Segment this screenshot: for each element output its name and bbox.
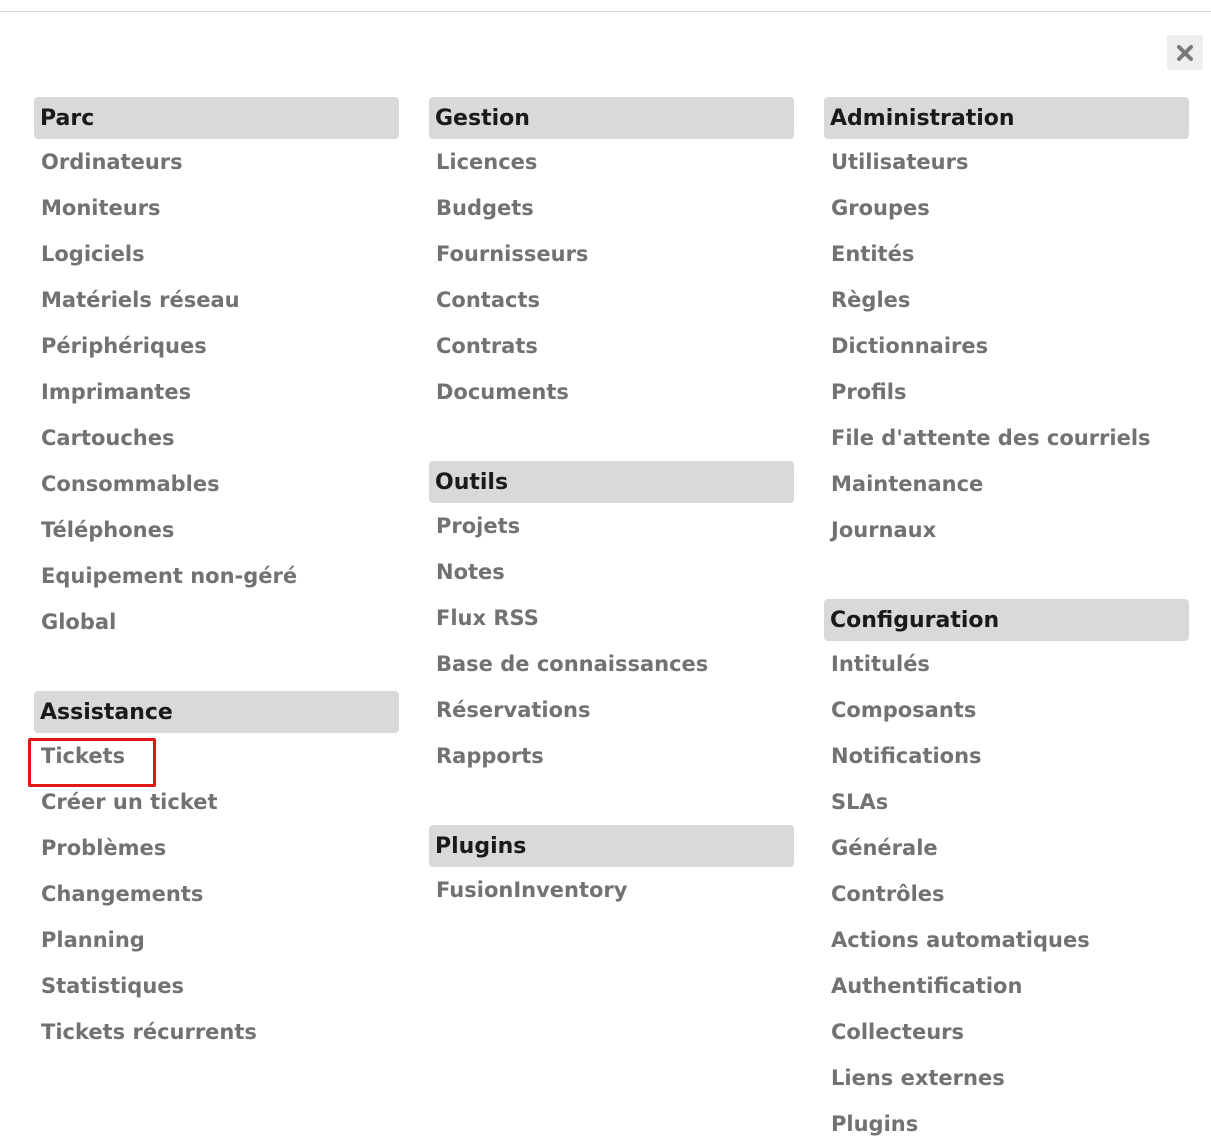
section-parc: Parc Ordinateurs Moniteurs Logiciels Mat…: [34, 97, 399, 645]
menu-item-reservations[interactable]: Réservations: [429, 687, 794, 733]
menu-item-collecteurs[interactable]: Collecteurs: [824, 1009, 1189, 1055]
menu-item-contacts[interactable]: Contacts: [429, 277, 794, 323]
section-header-administration: Administration: [824, 97, 1189, 139]
menu-item-liens-externes[interactable]: Liens externes: [824, 1055, 1189, 1101]
menu-item-equipement-non-gere[interactable]: Equipement non-géré: [34, 553, 399, 599]
menu-item-ordinateurs[interactable]: Ordinateurs: [34, 139, 399, 185]
menu-column-3: Administration Utilisateurs Groupes Enti…: [824, 97, 1189, 1147]
section-header-parc: Parc: [34, 97, 399, 139]
menu-item-notifications[interactable]: Notifications: [824, 733, 1189, 779]
menu-column-2: Gestion Licences Budgets Fournisseurs Co…: [429, 97, 794, 913]
menu-item-slas[interactable]: SLAs: [824, 779, 1189, 825]
section-header-assistance: Assistance: [34, 691, 399, 733]
menu-item-budgets[interactable]: Budgets: [429, 185, 794, 231]
section-items-assistance: Tickets Créer un ticket Problèmes Change…: [34, 733, 399, 1055]
section-gestion: Gestion Licences Budgets Fournisseurs Co…: [429, 97, 794, 415]
menu-item-dictionnaires[interactable]: Dictionnaires: [824, 323, 1189, 369]
menu-item-utilisateurs[interactable]: Utilisateurs: [824, 139, 1189, 185]
menu-item-creer-un-ticket[interactable]: Créer un ticket: [34, 779, 399, 825]
menu-item-profils[interactable]: Profils: [824, 369, 1189, 415]
menu-item-groupes[interactable]: Groupes: [824, 185, 1189, 231]
menu-item-peripheriques[interactable]: Périphériques: [34, 323, 399, 369]
menu-item-tickets[interactable]: Tickets: [34, 733, 399, 779]
section-header-plugins: Plugins: [429, 825, 794, 867]
menu-item-fusioninventory[interactable]: FusionInventory: [429, 867, 794, 913]
section-assistance: Assistance Tickets Créer un ticket Probl…: [34, 691, 399, 1055]
menu-item-documents[interactable]: Documents: [429, 369, 794, 415]
menu-item-planning[interactable]: Planning: [34, 917, 399, 963]
section-header-configuration: Configuration: [824, 599, 1189, 641]
section-items-gestion: Licences Budgets Fournisseurs Contacts C…: [429, 139, 794, 415]
menu-item-imprimantes[interactable]: Imprimantes: [34, 369, 399, 415]
menu-item-statistiques[interactable]: Statistiques: [34, 963, 399, 1009]
menu-item-consommables[interactable]: Consommables: [34, 461, 399, 507]
menu-item-actions-automatiques[interactable]: Actions automatiques: [824, 917, 1189, 963]
menu-item-fournisseurs[interactable]: Fournisseurs: [429, 231, 794, 277]
section-header-gestion: Gestion: [429, 97, 794, 139]
menu-item-intitules[interactable]: Intitulés: [824, 641, 1189, 687]
menu-item-rapports[interactable]: Rapports: [429, 733, 794, 779]
menu-item-moniteurs[interactable]: Moniteurs: [34, 185, 399, 231]
section-outils: Outils Projets Notes Flux RSS Base de co…: [429, 461, 794, 779]
section-header-outils: Outils: [429, 461, 794, 503]
menu-item-telephones[interactable]: Téléphones: [34, 507, 399, 553]
menu-item-global[interactable]: Global: [34, 599, 399, 645]
menu-item-materiels-reseau[interactable]: Matériels réseau: [34, 277, 399, 323]
menu-item-plugins[interactable]: Plugins: [824, 1101, 1189, 1147]
menu-item-flux-rss[interactable]: Flux RSS: [429, 595, 794, 641]
menu-item-contrats[interactable]: Contrats: [429, 323, 794, 369]
menu-item-base-de-connaissances[interactable]: Base de connaissances: [429, 641, 794, 687]
section-items-plugins: FusionInventory: [429, 867, 794, 913]
menu-item-changements[interactable]: Changements: [34, 871, 399, 917]
menu-item-logiciels[interactable]: Logiciels: [34, 231, 399, 277]
top-divider: [0, 11, 1211, 12]
close-icon: [1177, 44, 1193, 61]
section-items-parc: Ordinateurs Moniteurs Logiciels Matériel…: [34, 139, 399, 645]
menu-item-composants[interactable]: Composants: [824, 687, 1189, 733]
section-items-outils: Projets Notes Flux RSS Base de connaissa…: [429, 503, 794, 779]
menu-item-tickets-recurrents[interactable]: Tickets récurrents: [34, 1009, 399, 1055]
menu-item-problemes[interactable]: Problèmes: [34, 825, 399, 871]
menu-item-regles[interactable]: Règles: [824, 277, 1189, 323]
menu-item-notes[interactable]: Notes: [429, 549, 794, 595]
menu-item-projets[interactable]: Projets: [429, 503, 794, 549]
section-plugins: Plugins FusionInventory: [429, 825, 794, 913]
menu-item-journaux[interactable]: Journaux: [824, 507, 1189, 553]
close-button[interactable]: [1167, 35, 1203, 70]
menu-item-licences[interactable]: Licences: [429, 139, 794, 185]
menu-item-file-attente-courriels[interactable]: File d'attente des courriels: [824, 415, 1189, 461]
menu-item-generale[interactable]: Générale: [824, 825, 1189, 871]
menu-column-1: Parc Ordinateurs Moniteurs Logiciels Mat…: [34, 97, 399, 1055]
menu-item-controles[interactable]: Contrôles: [824, 871, 1189, 917]
section-items-administration: Utilisateurs Groupes Entités Règles Dict…: [824, 139, 1189, 553]
section-configuration: Configuration Intitulés Composants Notif…: [824, 599, 1189, 1147]
menu-item-maintenance[interactable]: Maintenance: [824, 461, 1189, 507]
menu-item-authentification[interactable]: Authentification: [824, 963, 1189, 1009]
section-items-configuration: Intitulés Composants Notifications SLAs …: [824, 641, 1189, 1147]
section-administration: Administration Utilisateurs Groupes Enti…: [824, 97, 1189, 553]
menu-item-entites[interactable]: Entités: [824, 231, 1189, 277]
menu-item-cartouches[interactable]: Cartouches: [34, 415, 399, 461]
